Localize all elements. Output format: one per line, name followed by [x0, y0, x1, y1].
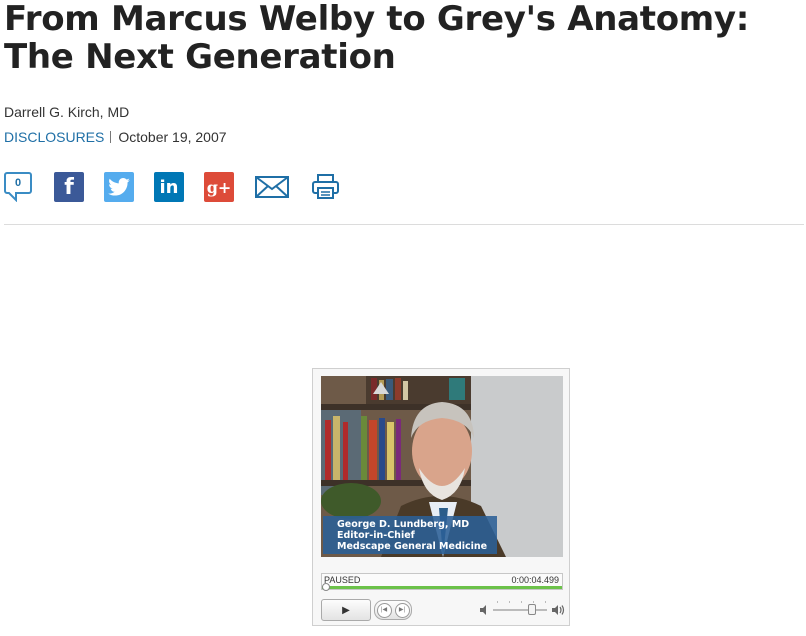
caption-role: Editor-in-Chief: [337, 530, 415, 541]
google-plus-icon[interactable]: g+: [204, 172, 234, 202]
video-frame[interactable]: George D. Lundberg, MD Editor-in-Chief M…: [321, 376, 563, 557]
volume-slider[interactable]: [493, 609, 547, 611]
article-title: From Marcus Welby to Grey's Anatomy: The…: [4, 0, 750, 77]
playback-time: 0:00:04.499: [511, 575, 559, 585]
video-player: George D. Lundberg, MD Editor-in-Chief M…: [312, 368, 570, 626]
author-name: Darrell G. Kirch, MD: [4, 104, 130, 120]
meta-separator: [110, 131, 112, 143]
comment-icon[interactable]: 0: [4, 172, 36, 202]
article-meta: DISCLOSURES October 19, 2007: [4, 129, 227, 145]
previous-icon[interactable]: |◀: [376, 602, 392, 618]
next-icon[interactable]: ▶|: [394, 602, 410, 618]
email-icon[interactable]: [254, 172, 290, 202]
progress-bar[interactable]: PAUSED 0:00:04.499: [321, 573, 563, 591]
progress-handle[interactable]: [322, 583, 330, 591]
caption-org: Medscape General Medicine: [337, 541, 488, 552]
lower-third-caption: George D. Lundberg, MD Editor-in-Chief M…: [323, 516, 497, 554]
volume-low-icon[interactable]: [479, 604, 491, 616]
caption-name: George D. Lundberg, MD: [337, 519, 470, 530]
playback-status: PAUSED: [324, 575, 361, 585]
print-icon[interactable]: [309, 172, 343, 202]
comment-tail: [7, 192, 17, 202]
publish-date: October 19, 2007: [118, 129, 227, 145]
progress-track: [322, 586, 562, 589]
volume-ticks: [493, 601, 547, 605]
divider: [4, 224, 804, 225]
linkedin-icon[interactable]: in: [154, 172, 184, 202]
disclosures-link[interactable]: DISCLOSURES: [4, 129, 104, 145]
play-button[interactable]: ▶: [321, 599, 371, 621]
skip-buttons: |◀ ▶|: [374, 600, 412, 620]
player-controls: ▶ |◀ ▶|: [321, 599, 565, 621]
twitter-icon[interactable]: [104, 172, 134, 202]
volume-handle[interactable]: [527, 604, 536, 615]
facebook-icon[interactable]: f: [54, 172, 84, 202]
volume-high-icon[interactable]: [551, 604, 565, 616]
comment-count: 0: [4, 172, 32, 194]
